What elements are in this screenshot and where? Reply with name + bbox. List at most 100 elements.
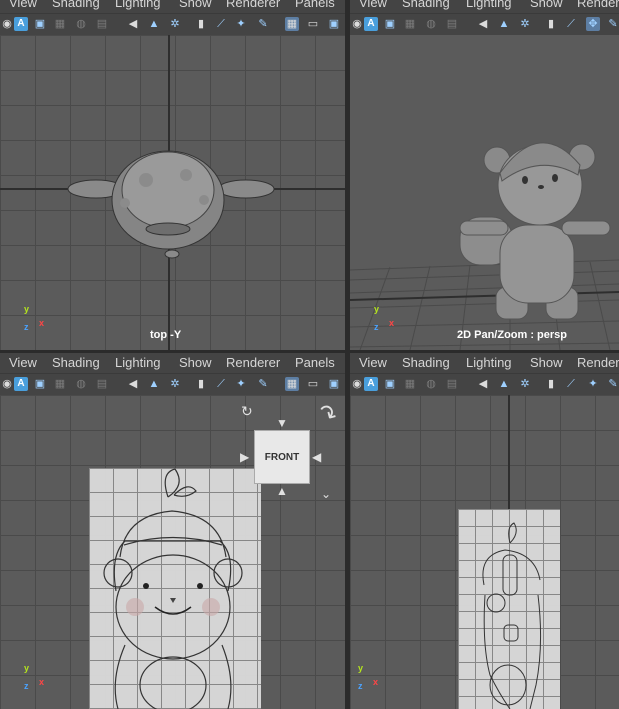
camera-icon[interactable]: ◉ [350,377,364,391]
lock-icon[interactable]: ▲ [497,377,511,391]
frame-icon[interactable]: ▣ [33,377,47,391]
menu-lighting[interactable]: Lighting [115,0,161,10]
wireframe-icon[interactable]: ⟋ [214,377,228,391]
menu-lighting[interactable]: Lighting [115,356,161,370]
gear-icon[interactable]: ✲ [518,17,532,31]
bookmark-icon[interactable]: ▮ [194,17,208,31]
select-all-icon[interactable]: A [364,377,378,391]
viewcube-home-icon[interactable]: ↻ [241,403,253,420]
bookmark-icon[interactable]: ▮ [544,377,558,391]
select-all-icon[interactable]: A [364,17,378,31]
camera-icon[interactable]: ◉ [0,17,14,31]
axis-z-label: z [24,681,29,691]
menu-renderer[interactable]: Rendere [577,0,619,10]
viewcube-arrow-up-icon[interactable]: ▼ [276,416,288,430]
grid-toggle-icon[interactable]: ▦ [403,377,417,391]
grid-icon[interactable]: ▦ [285,377,299,391]
film-gate-icon[interactable]: ▭ [306,17,320,31]
model-top-view[interactable] [0,35,345,350]
viewport-side[interactable]: y x z [350,395,619,709]
grid-toggle-icon[interactable]: ▦ [403,17,417,31]
menu-renderer[interactable]: Renderer [226,0,280,10]
texture-icon[interactable]: ◍ [74,17,88,31]
camera-icon[interactable]: ◉ [350,17,364,31]
film-gate-icon[interactable]: ▭ [306,377,320,391]
camera-record-icon[interactable]: ◀ [476,377,490,391]
menu-renderer[interactable]: Renderer [226,356,280,370]
viewcube-arrow-left-icon[interactable]: ▶ [240,450,249,464]
texture-icon[interactable]: ◍ [74,377,88,391]
model-side-view[interactable] [350,395,619,709]
viewport-persp[interactable]: y x z 2D Pan/Zoom : persp [350,35,619,350]
viewport-pane-side[interactable]: View Shading Lighting Show Rendere ◉ A ▣… [350,353,619,709]
menu-show[interactable]: Show [530,356,563,370]
lock-icon[interactable]: ▲ [147,377,161,391]
menu-shading[interactable]: Shading [52,356,100,370]
viewport-pane-top[interactable]: View Shading Lighting Show Renderer Pane… [0,0,345,350]
axis-z-label: z [24,322,29,332]
viewport-front[interactable]: FRONT ▼ ▲ ▶ ◀ ↻ ↷ ⌄ y x z [0,395,345,709]
resolution-gate-icon[interactable]: ▣ [327,377,341,391]
viewcube-arrow-down-icon[interactable]: ▲ [276,484,288,498]
grid-toggle-icon[interactable]: ▦ [53,17,67,31]
pan-zoom-icon[interactable]: ✥ [586,17,600,31]
viewport-pane-persp[interactable]: View Shading Lighting Show Rendere ◉ A ▣… [350,0,619,350]
frame-icon[interactable]: ▣ [33,17,47,31]
camera-record-icon[interactable]: ◀ [126,377,140,391]
grid-toggle-icon[interactable]: ▦ [53,377,67,391]
isolate-icon[interactable]: ✦ [586,377,600,391]
lock-icon[interactable]: ▲ [497,17,511,31]
viewport-pane-front[interactable]: View Shading Lighting Show Renderer Pane… [0,353,345,709]
paint-icon[interactable]: ✎ [256,377,270,391]
menu-view[interactable]: View [9,356,37,370]
frame-icon[interactable]: ▣ [383,377,397,391]
menu-panels[interactable]: Panels [295,0,335,10]
menu-panels[interactable]: Panels [295,356,335,370]
grid-icon[interactable]: ▦ [285,17,299,31]
paint-icon[interactable]: ✎ [606,17,619,31]
menu-renderer[interactable]: Rendere [577,356,619,370]
film-icon[interactable]: ▤ [95,377,109,391]
model-persp-view[interactable] [350,35,619,350]
menu-show[interactable]: Show [179,0,212,10]
camera-icon[interactable]: ◉ [0,377,14,391]
gear-icon[interactable]: ✲ [168,17,182,31]
paint-icon[interactable]: ✎ [256,17,270,31]
film-icon[interactable]: ▤ [445,377,459,391]
resolution-gate-icon[interactable]: ▣ [327,17,341,31]
texture-icon[interactable]: ◍ [424,377,438,391]
wireframe-icon[interactable]: ⟋ [214,17,228,31]
menu-show[interactable]: Show [179,356,212,370]
wireframe-icon[interactable]: ⟋ [564,377,578,391]
gear-icon[interactable]: ✲ [168,377,182,391]
bookmark-icon[interactable]: ▮ [194,377,208,391]
isolate-icon[interactable]: ✦ [234,17,248,31]
texture-icon[interactable]: ◍ [424,17,438,31]
menu-view[interactable]: View [359,0,387,10]
menu-view[interactable]: View [359,356,387,370]
view-cube[interactable]: FRONT [254,430,310,484]
isolate-icon[interactable]: ✦ [234,377,248,391]
wireframe-icon[interactable]: ⟋ [564,17,578,31]
gear-icon[interactable]: ✲ [518,377,532,391]
camera-record-icon[interactable]: ◀ [126,17,140,31]
menu-shading[interactable]: Shading [402,356,450,370]
viewcube-arrow-right-icon[interactable]: ◀ [312,450,321,464]
menu-lighting[interactable]: Lighting [466,356,512,370]
menu-view[interactable]: View [9,0,37,10]
frame-icon[interactable]: ▣ [383,17,397,31]
lock-icon[interactable]: ▲ [147,17,161,31]
menu-show[interactable]: Show [530,0,563,10]
viewcube-menu-icon[interactable]: ⌄ [321,487,331,501]
menu-shading[interactable]: Shading [52,0,100,10]
film-icon[interactable]: ▤ [445,17,459,31]
select-all-icon[interactable]: A [14,17,28,31]
select-all-icon[interactable]: A [14,377,28,391]
film-icon[interactable]: ▤ [95,17,109,31]
menu-lighting[interactable]: Lighting [466,0,512,10]
menu-shading[interactable]: Shading [402,0,450,10]
viewport-top[interactable]: y x z top -Y [0,35,345,350]
camera-record-icon[interactable]: ◀ [476,17,490,31]
bookmark-icon[interactable]: ▮ [544,17,558,31]
paint-icon[interactable]: ✎ [606,377,619,391]
